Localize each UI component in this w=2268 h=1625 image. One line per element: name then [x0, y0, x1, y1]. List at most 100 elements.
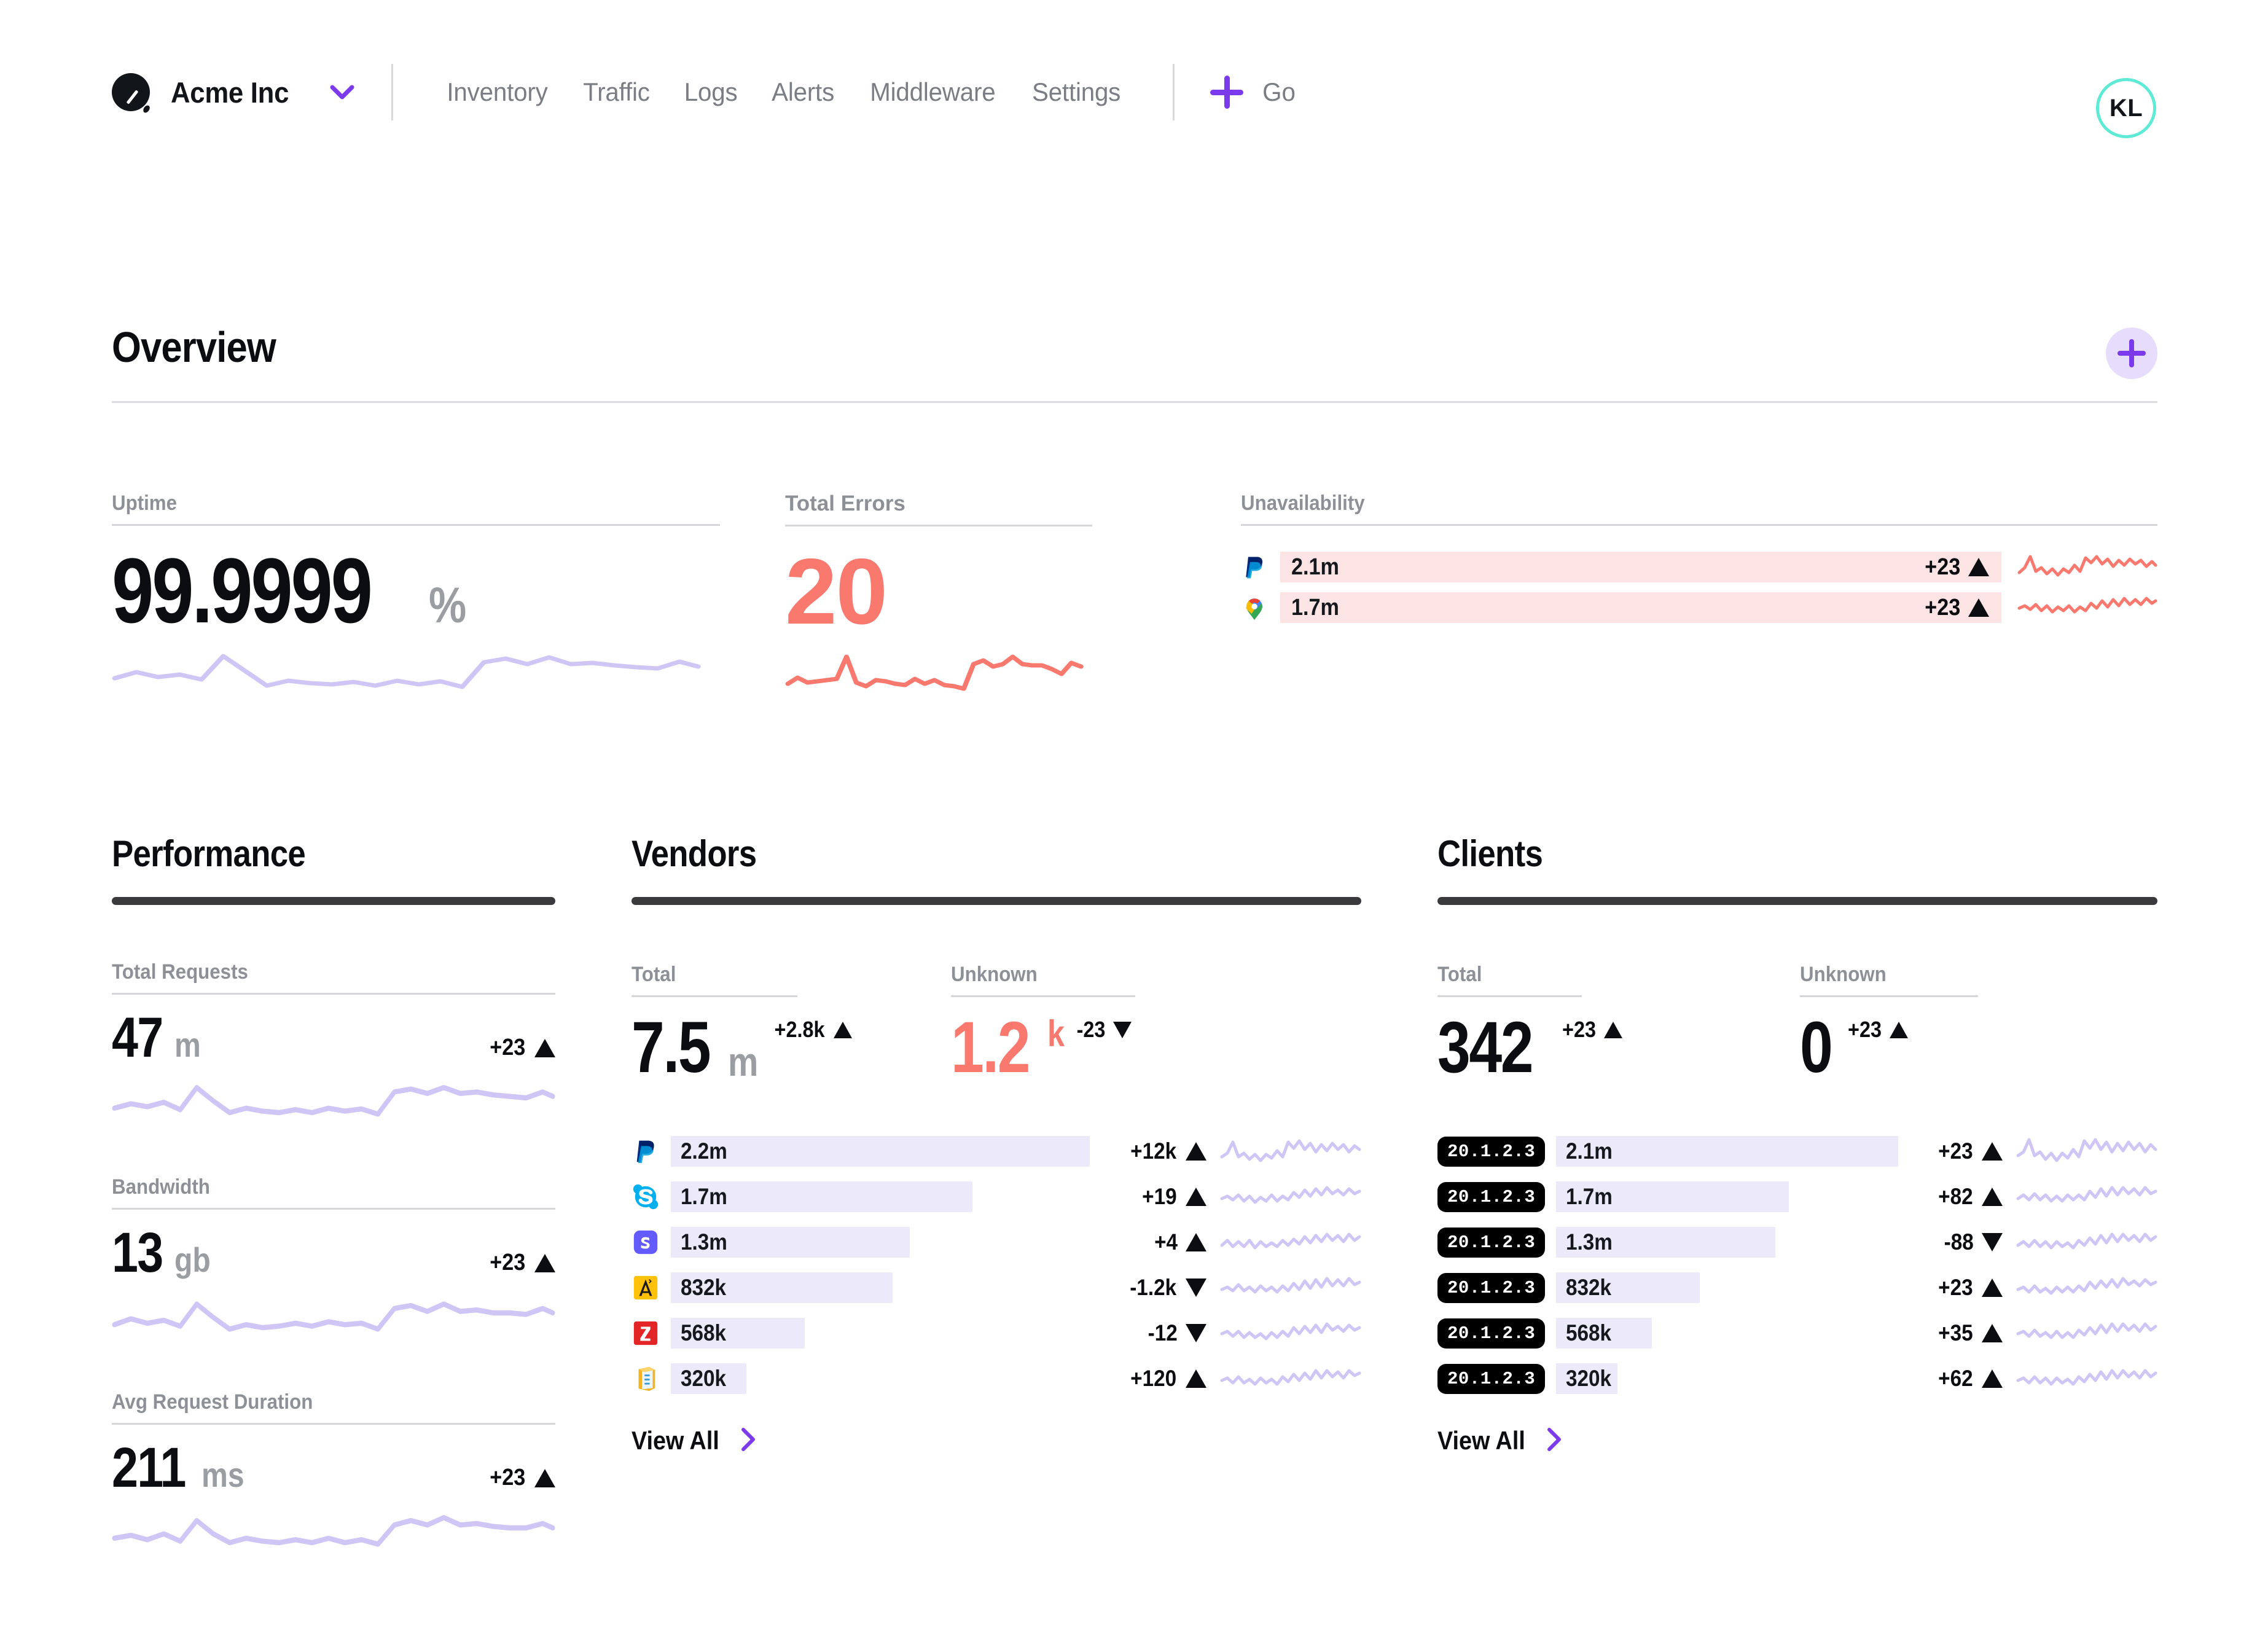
trend-up-icon [534, 1253, 555, 1272]
uptime-sparkline [112, 654, 701, 689]
list-item-delta: +120 [1090, 1366, 1206, 1392]
add-widget-button[interactable] [2106, 327, 2157, 379]
section-underline [1437, 897, 2157, 905]
stat-value: 7.5 [632, 1007, 711, 1088]
divider [951, 995, 1135, 997]
divider [785, 525, 1092, 527]
list-item[interactable]: 1.7m +19 [632, 1180, 1361, 1213]
vendors-stat-unknown: Unknown 1.2 k -23 [951, 963, 1320, 1084]
nav-item-settings[interactable]: Settings [1017, 77, 1136, 107]
nav-item-logs[interactable]: Logs [668, 77, 753, 107]
table-row[interactable]: 20.1.2.3 1.7m +82 [1437, 1180, 2157, 1213]
list-item-delta: +19 [1090, 1184, 1206, 1210]
unavailability-sparkline [2017, 597, 2157, 614]
row-sparkline [2016, 1186, 2157, 1203]
org-name: Acme Inc [171, 76, 289, 109]
list-item-value: 320k [681, 1366, 727, 1392]
list-item-value: 2.2m [681, 1138, 727, 1164]
list-item[interactable]: 2.2m +12k [632, 1135, 1361, 1168]
list-item[interactable]: 832k -1.2k [632, 1271, 1361, 1304]
row-value: 568k [1566, 1320, 1612, 1346]
bar-fill [671, 1136, 1090, 1167]
divider [112, 1208, 555, 1210]
nav-item-inventory[interactable]: Inventory [431, 77, 563, 107]
list-item[interactable]: 320k +120 [632, 1362, 1361, 1395]
go-button[interactable]: Go [1209, 74, 1296, 110]
delta-value: +19 [1142, 1184, 1177, 1210]
avatar[interactable]: KL [2096, 78, 2156, 138]
delta-value: +23 [1562, 1017, 1596, 1042]
delta-value: -88 [1944, 1229, 1974, 1255]
row-delta: +62 [1898, 1366, 2003, 1392]
overview-header: Overview [112, 323, 2157, 403]
list-item[interactable]: 1.3m +4 [632, 1226, 1361, 1259]
table-row[interactable]: 20.1.2.3 2.1m +23 [1437, 1135, 2157, 1168]
view-all-label: View All [632, 1426, 719, 1455]
metric-delta: +23 [488, 1250, 555, 1281]
list-item-sparkline [1220, 1277, 1361, 1294]
unavailability-row[interactable]: 2.1m +23 [1241, 550, 2157, 584]
bandwidth-sparkline [112, 1301, 555, 1332]
kpi-total-errors-value: 20 [785, 539, 888, 644]
perf-metric-avg-request-duration: Avg Request Duration 211 ms +23 [112, 1390, 555, 1550]
brand-org-switcher[interactable]: Acme Inc [112, 73, 354, 114]
stat-delta: +23 [1846, 1017, 1908, 1043]
list-item-sparkline [1220, 1322, 1361, 1341]
section-underline [112, 897, 555, 905]
kpi-total-errors: Total Errors 20 [785, 491, 1092, 692]
nav-divider-secondary [1172, 64, 1175, 120]
vendors-stats: Total 7.5 m +2.8k Unknown 1.2 k -23 [632, 963, 1361, 1088]
list-item-delta: -1.2k [1090, 1275, 1206, 1301]
nav-item-traffic[interactable]: Traffic [568, 77, 665, 107]
delta-value: +12k [1130, 1138, 1176, 1164]
list-item-value: 568k [681, 1320, 727, 1346]
delta-value: +23 [1924, 554, 1960, 580]
go-label: Go [1262, 77, 1296, 106]
list-item-value: 832k [681, 1275, 727, 1301]
list-item[interactable]: 568k -12 [632, 1317, 1361, 1350]
nav-item-alerts[interactable]: Alerts [756, 77, 850, 107]
kpi-uptime: Uptime 99.9999 % [112, 491, 720, 691]
section-clients: Clients Total 342 +23 Unknown 0 +23 20.1… [1437, 832, 2157, 1455]
bar-track: 1.7m [1556, 1181, 1898, 1213]
clients-view-all-link[interactable]: View All [1437, 1426, 2157, 1455]
table-row[interactable]: 20.1.2.3 832k +23 [1437, 1271, 2157, 1304]
unavailability-value: 2.1m [1291, 554, 1339, 580]
chevron-right-icon [1546, 1427, 1562, 1455]
divider [112, 993, 555, 995]
list-item-sparkline [1220, 1369, 1361, 1386]
trend-up-icon [1186, 1233, 1206, 1252]
perf-metric-bandwidth: Bandwidth 13 gb +23 [112, 1175, 555, 1335]
view-all-label: View All [1437, 1426, 1525, 1455]
row-delta: +23 [1898, 1138, 2003, 1164]
unavailability-row[interactable]: 1.7m +23 [1241, 591, 2157, 624]
status-badge: 20.1.2.3 [1437, 1272, 1546, 1303]
table-row[interactable]: 20.1.2.3 320k +62 [1437, 1362, 2157, 1395]
section-underline [632, 897, 1361, 905]
nav-divider [391, 64, 393, 120]
metric-delta: +23 [488, 1465, 555, 1496]
table-row[interactable]: 20.1.2.3 568k +35 [1437, 1317, 2157, 1350]
delta-value: +82 [1938, 1184, 1973, 1210]
divider [632, 995, 797, 997]
chevron-down-icon[interactable] [330, 80, 354, 104]
table-row[interactable]: 20.1.2.3 1.3m -88 [1437, 1226, 2157, 1259]
metric-value: 13 [112, 1221, 163, 1284]
bar-track: 832k [671, 1272, 1090, 1304]
metric-label: Bandwidth [112, 1175, 210, 1199]
vendors-stat-total: Total 7.5 m +2.8k [632, 963, 951, 1088]
stat-delta: +23 [1560, 1017, 1622, 1043]
list-item-value: 1.3m [681, 1229, 727, 1255]
paypal-icon [1246, 557, 1262, 579]
vendors-view-all-link[interactable]: View All [632, 1426, 1361, 1455]
row-sparkline [2016, 1277, 2157, 1295]
stat-value: 0 [1800, 1007, 1833, 1088]
nav-item-middleware[interactable]: Middleware [854, 77, 1011, 107]
row-delta: +35 [1898, 1320, 2003, 1346]
unavailability-bar: 2.1m +23 [1280, 552, 2001, 582]
kpi-uptime-label: Uptime [112, 491, 178, 515]
list-item-sparkline [1220, 1139, 1361, 1162]
unavailability-delta: +23 [1923, 595, 1989, 621]
app-logo-icon [112, 73, 151, 114]
stat-value: 342 [1437, 1007, 1534, 1088]
